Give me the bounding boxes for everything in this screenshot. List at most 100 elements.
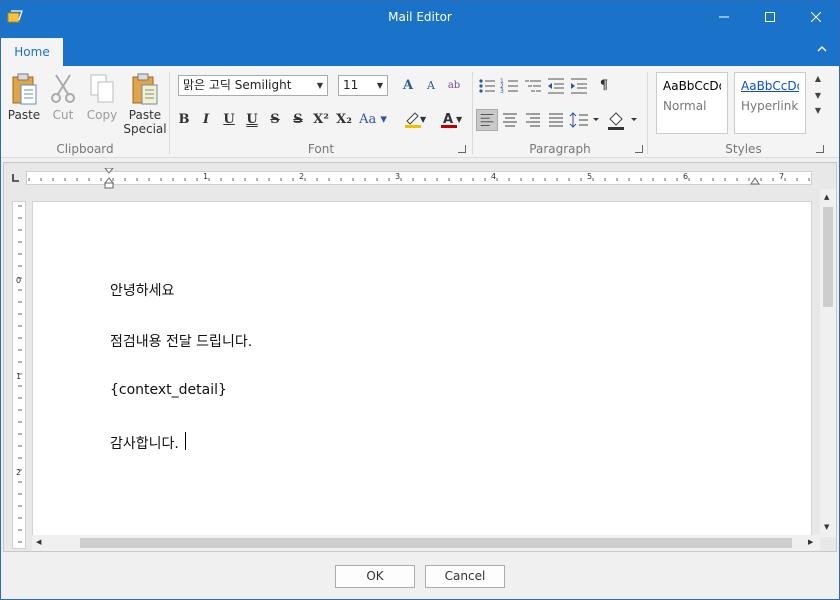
style-hyperlink-name: Hyperlink <box>741 99 799 113</box>
paragraph-group-label: Paragraph <box>529 142 591 156</box>
clipboard-group-label: Clipboard <box>56 142 114 156</box>
tab-stop-selector-icon[interactable] <box>10 172 22 184</box>
font-group: 맑은 고딕 Semilight ▼ 11 ▼ A A ab B I U U S … <box>170 66 472 158</box>
right-indent-marker-icon[interactable] <box>750 175 760 185</box>
paste-label: Paste <box>7 108 41 122</box>
strikethrough-button[interactable]: S <box>264 109 286 131</box>
font-name-combo[interactable]: 맑은 고딕 Semilight ▼ <box>178 75 328 96</box>
clear-formatting-icon: ab <box>447 80 461 91</box>
numbering-icon[interactable]: 123 <box>499 75 521 97</box>
chevron-down-icon: ▼ <box>316 81 323 90</box>
decrease-indent-icon[interactable] <box>545 75 567 97</box>
horizontal-ruler[interactable]: 1 2 3 4 5 6 7 <box>26 168 812 189</box>
ruler-number: 4 <box>491 172 497 181</box>
paragraph-group: 123 ¶ Paragraph <box>473 66 647 158</box>
chevron-left-icon[interactable]: ◀ <box>36 538 41 546</box>
increase-indent-icon[interactable] <box>568 75 590 97</box>
double-strikethrough-button[interactable]: S <box>287 109 309 131</box>
minimize-button[interactable] <box>701 1 747 35</box>
close-button[interactable] <box>793 1 839 35</box>
font-dialog-launcher[interactable] <box>458 145 466 153</box>
vertical-scrollbar[interactable]: ▲ ▼ <box>820 189 836 537</box>
shrink-font-icon: A <box>427 79 435 92</box>
maximize-icon <box>765 12 775 22</box>
underline-button[interactable]: U <box>218 109 240 131</box>
change-case-button[interactable]: ab <box>443 75 465 97</box>
svg-text:3: 3 <box>500 88 504 95</box>
font-size-combo[interactable]: 11 ▼ <box>338 75 388 96</box>
shading-icon[interactable] <box>606 109 640 131</box>
subscript-button[interactable]: X₂ <box>333 109 355 131</box>
style-normal[interactable]: AaBbCcDd Normal <box>656 72 728 134</box>
italic-button[interactable]: I <box>195 109 217 131</box>
editor-area: 1 2 3 4 5 6 7 0 1 2 안녕하세요 점검내용 전달 드립니다. … <box>3 162 837 552</box>
highlight-button[interactable]: ▼ <box>396 109 430 131</box>
cut-button[interactable]: Cut <box>43 70 83 138</box>
font-size-value: 11 <box>343 78 359 92</box>
style-hyperlink-preview: AaBbCcDd <box>741 79 799 93</box>
cancel-button[interactable]: Cancel <box>425 565 505 588</box>
ruler-number: 5 <box>587 172 593 181</box>
show-formatting-button[interactable]: ¶ <box>593 75 615 97</box>
paste-special-label-1: Paste <box>128 108 162 122</box>
vertical-scroll-thumb[interactable] <box>823 207 833 307</box>
bold-button[interactable]: B <box>173 109 195 131</box>
chevron-up-icon[interactable]: ▲ <box>824 193 829 201</box>
justify-icon[interactable] <box>545 109 567 131</box>
styles-gallery-scroll[interactable]: ▲ ▼ ▼ <box>809 72 827 134</box>
maximize-button[interactable] <box>747 1 793 35</box>
chevron-right-icon[interactable]: ▶ <box>808 538 813 546</box>
horizontal-scrollbar[interactable]: ◀ ▶ <box>32 535 820 551</box>
ruler-number: 7 <box>779 172 785 181</box>
grow-font-button[interactable]: A <box>397 75 419 97</box>
document-paragraph[interactable]: {context_detail} <box>110 382 227 398</box>
multilevel-list-icon[interactable] <box>522 75 544 97</box>
align-center-icon[interactable] <box>499 109 521 131</box>
document-paragraph[interactable]: 감사합니다. <box>110 433 179 453</box>
chevron-down-icon: ▼ <box>814 91 822 100</box>
bullets-icon[interactable] <box>476 75 498 97</box>
ruler-number: 1 <box>203 172 209 181</box>
vertical-ruler[interactable]: 0 1 2 <box>12 201 26 549</box>
chevron-up-icon: ▲ <box>814 74 822 83</box>
collapse-ribbon-icon[interactable] <box>817 45 827 53</box>
font-color-button[interactable]: A ▼ <box>432 109 466 131</box>
ruler-number: 2 <box>299 172 305 181</box>
align-left-icon[interactable] <box>476 109 498 131</box>
tab-home[interactable]: Home <box>1 38 63 66</box>
copy-button[interactable]: Copy <box>82 70 122 138</box>
cut-label: Cut <box>52 108 74 122</box>
underline-icon: U <box>223 112 235 127</box>
ruler-number: 6 <box>683 172 689 181</box>
ribbon-tab-bar: Home <box>1 35 839 66</box>
document-page[interactable]: 안녕하세요 점검내용 전달 드립니다. {context_detail} 감사합… <box>32 201 812 541</box>
paste-special-button[interactable]: Paste Special <box>122 70 168 138</box>
paste-special-label-2: Special <box>123 122 167 136</box>
gallery-more-icon: ▼ <box>814 106 822 115</box>
cut-icon <box>51 74 75 103</box>
paragraph-dialog-launcher[interactable] <box>635 145 643 153</box>
shrink-font-button[interactable]: A <box>420 75 442 97</box>
ribbon: Paste Cut Copy Paste Special Clipboard 맑… <box>1 66 839 158</box>
close-icon <box>810 11 822 23</box>
mail-editor-window: Mail Editor Home Paste Cut Copy Paste Sp… <box>0 0 840 600</box>
chevron-down-icon[interactable]: ▼ <box>824 523 829 531</box>
align-right-icon[interactable] <box>522 109 544 131</box>
document-paragraph[interactable]: 점검내용 전달 드립니다. <box>110 331 252 351</box>
change-case-dropdown[interactable]: Aa ▾ <box>356 109 390 131</box>
document-paragraph[interactable]: 안녕하세요 <box>110 280 174 300</box>
ruler-number: 1 <box>16 372 22 381</box>
styles-dialog-launcher[interactable] <box>816 145 824 153</box>
paste-button[interactable]: Paste <box>4 70 44 138</box>
horizontal-scroll-thumb[interactable] <box>80 538 792 548</box>
double-underline-button[interactable]: U <box>241 109 263 131</box>
superscript-button[interactable]: X² <box>310 109 332 131</box>
ok-button[interactable]: OK <box>335 565 415 588</box>
svg-text:A: A <box>443 112 453 127</box>
style-hyperlink[interactable]: AaBbCcDd Hyperlink <box>734 72 806 134</box>
copy-label: Copy <box>86 108 118 122</box>
indent-marker-icon[interactable] <box>103 168 115 190</box>
style-normal-preview: AaBbCcDd <box>663 79 721 93</box>
line-spacing-icon[interactable] <box>568 109 602 131</box>
styles-group-label: Styles <box>725 142 762 156</box>
